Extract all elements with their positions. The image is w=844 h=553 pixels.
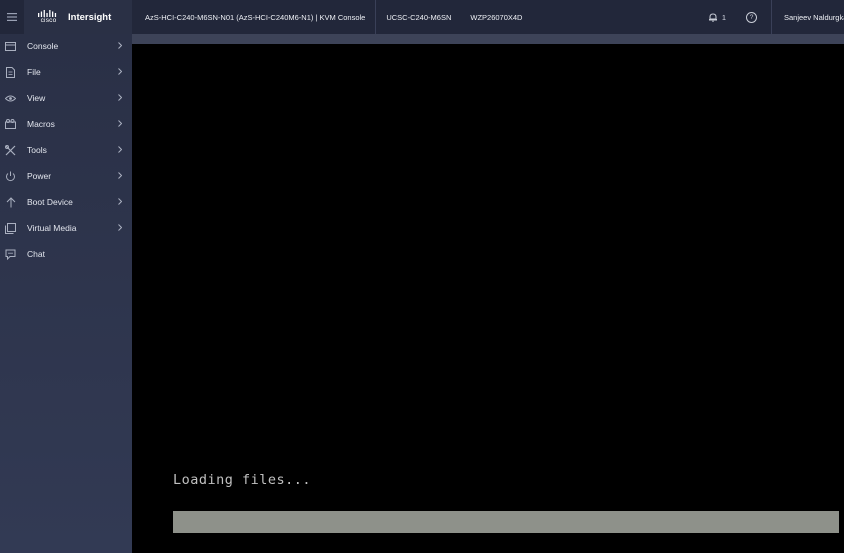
alarm-count: 1	[721, 12, 726, 22]
sidebar-item-label: Macros	[27, 119, 55, 129]
server-serial: WZP26070X4D	[470, 12, 523, 22]
header-divider	[375, 0, 377, 34]
sidebar-item-view[interactable]: View	[0, 86, 132, 110]
sidebar-item-power[interactable]: Power	[0, 164, 132, 188]
header-divider-right	[771, 0, 772, 34]
console-title: AzS-HCI-C240-M6SN-N01 (AzS-HCI-C240M6-N1…	[145, 12, 366, 22]
macros-icon	[5, 119, 16, 130]
arrow-up-icon	[5, 196, 16, 208]
sidebar-item-label: View	[27, 93, 46, 103]
hamburger-icon	[7, 13, 17, 21]
kvm-remote-screen[interactable]: Loading files...	[132, 44, 844, 553]
cisco-bars-icon	[38, 9, 57, 17]
boot-status-text: Loading files...	[173, 472, 312, 488]
hamburger-menu-button[interactable]	[0, 0, 24, 34]
sidebar-item-label: Console	[27, 41, 59, 51]
sidebar-item-file[interactable]: File	[0, 60, 132, 84]
server-model: UCSC-C240-M6SN	[386, 12, 452, 22]
chevron-right-icon	[118, 120, 122, 127]
loading-progress-fill	[173, 511, 839, 533]
sidebar-item-tools[interactable]: Tools	[0, 138, 132, 162]
sidebar-item-label: Virtual Media	[27, 223, 77, 233]
alarm-bell-icon	[708, 12, 717, 22]
file-icon	[5, 66, 16, 78]
sidebar-item-label: Boot Device	[27, 197, 73, 207]
chevron-right-icon	[118, 68, 122, 75]
user-name[interactable]: Sanjeev Naldurgkar	[784, 13, 844, 22]
chevron-right-icon	[118, 94, 122, 101]
sidebar-item-label: Chat	[27, 249, 45, 259]
top-header: cisco Intersight AzS-HCI-C240-M6SN-N01 (…	[0, 0, 844, 34]
loading-progress-bar	[173, 511, 839, 533]
console-icon	[5, 41, 16, 52]
chevron-right-icon	[118, 42, 122, 49]
product-name: Intersight	[68, 11, 112, 23]
sidebar: Console File View Macros Tools Power Boo…	[0, 34, 132, 553]
chevron-right-icon	[118, 172, 122, 179]
sidebar-item-label: File	[27, 67, 41, 77]
header-actions: 1 ? Sanjeev Naldurgkar	[708, 0, 844, 34]
chat-icon	[5, 249, 16, 260]
brand[interactable]: cisco Intersight	[24, 0, 132, 34]
help-icon[interactable]: ?	[746, 11, 757, 23]
sidebar-item-chat[interactable]: Chat	[0, 242, 132, 266]
chevron-right-icon	[118, 224, 122, 231]
sidebar-item-boot-device[interactable]: Boot Device	[0, 190, 132, 214]
sidebar-item-virtual-media[interactable]: Virtual Media	[0, 216, 132, 240]
eye-icon	[5, 93, 16, 104]
sidebar-item-console[interactable]: Console	[0, 34, 132, 58]
console-toolbar-strip	[132, 34, 844, 44]
sidebar-item-label: Power	[27, 171, 52, 181]
power-icon	[5, 171, 16, 182]
cisco-wordmark: cisco	[40, 16, 57, 24]
virtual-media-icon	[5, 222, 16, 234]
cisco-logo: cisco	[38, 9, 59, 25]
kvm-console-app: cisco Intersight AzS-HCI-C240-M6SN-N01 (…	[0, 0, 844, 553]
tools-icon	[5, 144, 16, 156]
sidebar-item-label: Tools	[27, 145, 47, 155]
chevron-right-icon	[118, 198, 122, 205]
chevron-right-icon	[118, 146, 122, 153]
sidebar-item-macros[interactable]: Macros	[0, 112, 132, 136]
alarm-indicator[interactable]: 1	[708, 13, 726, 22]
